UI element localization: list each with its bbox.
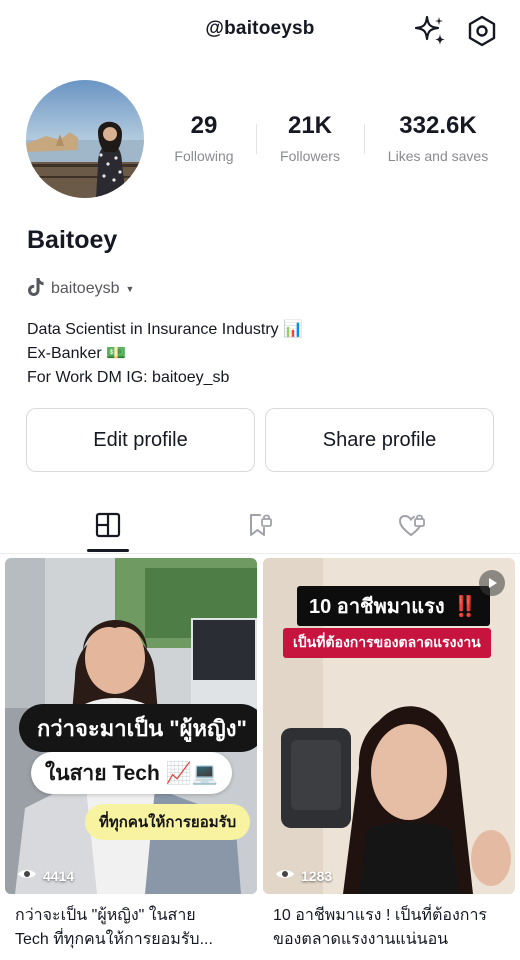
video-thumbnail[interactable]: 10 อาชีพมาแรง ‼️ เป็นที่ต้องการของตลาดแร… [263, 558, 515, 894]
video-card[interactable]: 10 อาชีพมาแรง ‼️ เป็นที่ต้องการของตลาดแร… [263, 558, 515, 952]
stat-divider [256, 124, 257, 154]
stat-followers[interactable]: 21K Followers [268, 112, 352, 164]
active-tab-indicator [87, 549, 129, 552]
eye-icon [17, 867, 37, 884]
video-card[interactable]: กว่าจะมาเป็น "ผู้หญิง" ในสาย Tech 📈💻 ที่… [5, 558, 257, 952]
caret-down-icon: ▼ [125, 284, 135, 294]
video-title-line: ของตลาดแรงงานแน่นอน [273, 931, 449, 948]
view-count: 1283 [275, 867, 332, 884]
double-exclamation-icon: ‼️ [452, 595, 478, 618]
tab-liked-private[interactable] [352, 500, 472, 554]
display-name: Baitoey [27, 226, 118, 254]
overlay-caption-line2: ในสาย Tech 📈💻 [31, 752, 232, 794]
stat-value: 29 [190, 112, 218, 139]
stat-label: Likes and saves [387, 148, 489, 164]
stat-value: 21K [287, 112, 333, 139]
tab-saved-private[interactable] [200, 500, 320, 554]
overlay-headline: 10 อาชีพมาแรง ‼️ [297, 586, 490, 626]
stat-value: 332.6K [399, 112, 477, 139]
view-count-text: 4414 [43, 867, 75, 884]
overlay-caption-line3: ที่ทุกคนให้การยอมรับ [85, 804, 251, 840]
tiktok-logo-icon [27, 277, 45, 302]
overlay-caption-line1: กว่าจะมาเป็น "ผู้หญิง" [19, 704, 257, 752]
bio-line: For Work DM IG: baitoey_sb [27, 369, 230, 386]
video-title-line: Tech ที่ทุกคนให้การยอมรับ... [15, 931, 213, 948]
video-title-line: 10 อาชีพมาแรง ! เป็นที่ต้องการ [273, 907, 488, 924]
settings-hexagon-icon[interactable] [464, 13, 500, 49]
bookmark-lock-icon [246, 511, 274, 544]
profile-tabs [0, 500, 520, 554]
stat-following[interactable]: 29 Following [164, 112, 244, 164]
tab-videos[interactable] [48, 500, 168, 554]
play-icon[interactable] [479, 570, 505, 596]
grid-icon [95, 512, 121, 543]
top-bar: @baitoeysb [0, 0, 520, 60]
handle-text: baitoeysb [51, 280, 120, 297]
view-count-text: 1283 [301, 867, 333, 884]
share-profile-button[interactable]: Share profile [265, 408, 494, 472]
eye-icon [275, 867, 295, 884]
bio: Data Scientist in Insurance Industry 📊 E… [27, 318, 303, 390]
video-thumbnail[interactable]: กว่าจะมาเป็น "ผู้หญิง" ในสาย Tech 📈💻 ที่… [5, 558, 257, 894]
sparkle-icon[interactable] [412, 14, 448, 48]
video-title-line: กว่าจะเป็น "ผู้หญิง" ในสาย [15, 907, 196, 924]
bio-line: Ex-Banker 💵 [27, 345, 127, 362]
bio-line: Data Scientist in Insurance Industry 📊 [27, 321, 304, 338]
handle-switcher[interactable]: baitoeysb ▼ [27, 277, 135, 302]
stat-divider [364, 124, 365, 154]
heart-lock-icon [397, 511, 427, 544]
profile-avatar[interactable] [26, 80, 144, 198]
stat-label: Following [174, 148, 234, 164]
video-title[interactable]: กว่าจะเป็น "ผู้หญิง" ในสาย Tech ที่ทุกคน… [5, 904, 257, 952]
stat-label: Followers [280, 148, 340, 164]
video-title[interactable]: 10 อาชีพมาแรง ! เป็นที่ต้องการ ของตลาดแร… [263, 904, 515, 952]
edit-profile-button[interactable]: Edit profile [26, 408, 255, 472]
overlay-headline-text: 10 อาชีพมาแรง [309, 596, 445, 618]
overlay-subline: เป็นที่ต้องการของตลาดแรงงาน [283, 628, 491, 658]
view-count: 4414 [17, 867, 74, 884]
stat-likes-and-saves[interactable]: 332.6K Likes and saves [378, 112, 498, 164]
